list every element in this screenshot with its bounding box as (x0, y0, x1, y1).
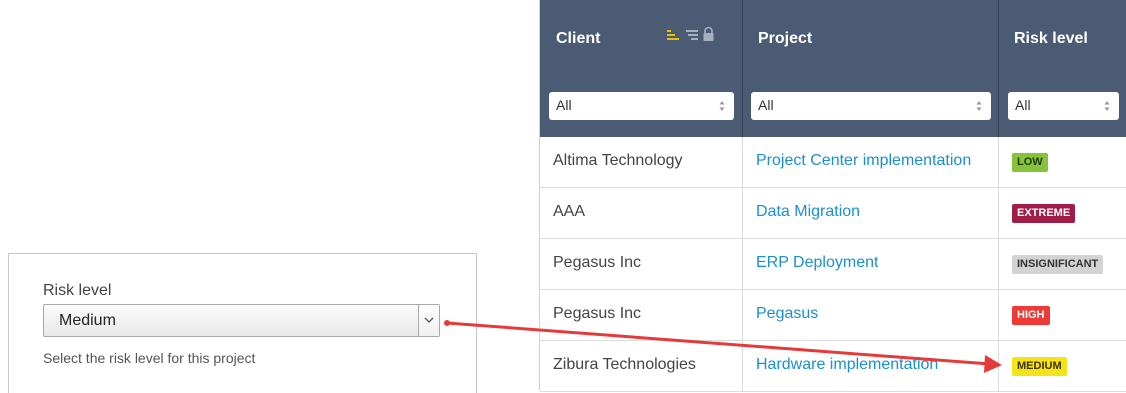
client-cell: AAA (553, 203, 586, 220)
cell-separator (742, 239, 743, 289)
project-link[interactable]: Hardware implementation (756, 356, 938, 374)
project-link[interactable]: ERP Deployment (756, 254, 878, 272)
column-header-project[interactable]: Project (758, 30, 812, 48)
project-link[interactable]: Data Migration (756, 203, 860, 221)
column-header-client[interactable]: Client (556, 30, 600, 48)
client-header-icons (667, 25, 731, 50)
cell-separator (742, 188, 743, 238)
table-row[interactable]: Pegasus Inc ERP Deployment INSIGNIFICANT (540, 239, 1126, 290)
risk-badge-high: HIGH (1012, 306, 1050, 325)
chevron-down-icon (424, 317, 434, 323)
cell-separator (998, 239, 999, 289)
column-header-risk-level[interactable]: Risk level (1014, 30, 1088, 48)
client-filter-value: All (556, 97, 572, 113)
cell-separator (742, 290, 743, 340)
lock-icon[interactable] (703, 26, 714, 42)
risk-level-dropdown-button[interactable] (418, 305, 439, 336)
client-cell: Pegasus Inc (553, 254, 642, 271)
cell-separator (998, 290, 999, 340)
risk-badge-extreme: EXTREME (1012, 204, 1076, 223)
sort-ascending-icon[interactable] (667, 30, 679, 40)
column-separator (998, 0, 999, 137)
client-cell: Zibura Technologies (553, 356, 696, 373)
risk-level-select[interactable]: Medium (43, 304, 440, 337)
project-link[interactable]: Pegasus (756, 305, 818, 323)
risk-level-form: Risk level Medium Select the risk level … (8, 253, 477, 393)
client-filter-select[interactable]: All (549, 92, 734, 120)
cell-separator (998, 188, 999, 238)
cell-separator (998, 137, 999, 187)
table-row[interactable]: Zibura Technologies Hardware implementat… (540, 341, 1126, 392)
sort-arrows-icon (976, 101, 982, 111)
grid-header: Client Project Risk level All All All (540, 0, 1126, 137)
risk-level-filter-value: All (1015, 97, 1031, 113)
table-row[interactable]: Altima Technology Project Center impleme… (540, 137, 1126, 188)
risk-badge-low: LOW (1012, 153, 1048, 172)
cell-separator (998, 341, 999, 391)
table-row[interactable]: AAA Data Migration EXTREME (540, 188, 1126, 239)
sort-arrows-icon (719, 101, 725, 111)
column-separator (742, 0, 743, 137)
sort-descending-icon[interactable] (686, 30, 698, 40)
project-link[interactable]: Project Center implementation (756, 152, 971, 170)
risk-level-select-value: Medium (59, 312, 116, 329)
risk-level-filter-select[interactable]: All (1008, 92, 1119, 120)
cell-separator (742, 341, 743, 391)
risk-level-label: Risk level (43, 282, 112, 299)
projects-grid: Client Project Risk level All All All Al… (539, 0, 1126, 392)
risk-badge-medium: MEDIUM (1012, 357, 1067, 376)
risk-badge-insignificant: INSIGNIFICANT (1012, 255, 1104, 274)
client-header-icon-group (667, 26, 714, 42)
table-row[interactable]: Pegasus Inc Pegasus HIGH (540, 290, 1126, 341)
project-filter-value: All (758, 97, 774, 113)
project-filter-select[interactable]: All (751, 92, 991, 120)
client-cell: Pegasus Inc (553, 305, 642, 322)
client-cell: Altima Technology (553, 152, 683, 169)
cell-separator (742, 137, 743, 187)
sort-arrows-icon (1104, 101, 1110, 111)
risk-level-help-text: Select the risk level for this project (43, 350, 256, 366)
